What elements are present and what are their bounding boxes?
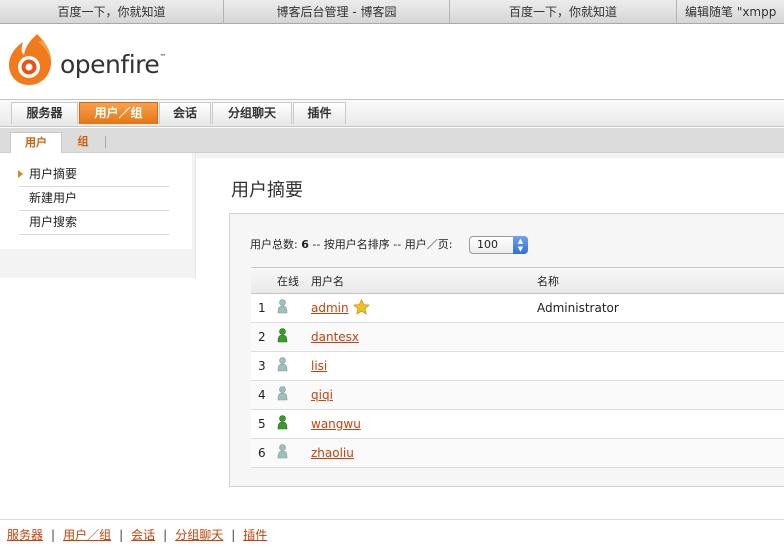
username-link[interactable]: dantesx bbox=[311, 330, 359, 344]
name-cell bbox=[537, 409, 784, 439]
table-row: 1 admin Administrator bbox=[251, 293, 784, 323]
tab-plugins[interactable]: 插件 bbox=[293, 102, 346, 124]
select-stepper-icon: ▲ ▼ bbox=[513, 236, 528, 254]
sidebar-item-new-user[interactable]: 新建用户 bbox=[19, 187, 169, 211]
user-offline-icon bbox=[277, 444, 288, 462]
admin-star-icon bbox=[352, 298, 370, 318]
sidebar-item-label: 用户摘要 bbox=[29, 167, 78, 181]
username-link[interactable]: qiqi bbox=[311, 388, 333, 402]
row-number: 1 bbox=[251, 293, 277, 323]
footer-link-users-groups[interactable]: 用户／组 bbox=[63, 528, 111, 542]
username-link[interactable]: wangwu bbox=[311, 417, 361, 431]
username-cell: zhaoliu bbox=[311, 438, 537, 468]
summary-line: 用户总数: 6 -- 按用户名排序 -- 用户／页: bbox=[250, 238, 453, 251]
sidebar-item-user-summary[interactable]: 用户摘要 bbox=[18, 163, 169, 187]
user-online-icon bbox=[277, 328, 288, 346]
user-offline-icon bbox=[277, 386, 288, 404]
username-link[interactable]: admin bbox=[311, 301, 349, 315]
tab-sessions[interactable]: 会话 bbox=[159, 102, 211, 124]
row-number: 5 bbox=[251, 409, 277, 439]
subtab-users[interactable]: 用户 bbox=[10, 132, 62, 153]
table-row: 3 lisi bbox=[251, 351, 784, 381]
username-link[interactable]: zhaoliu bbox=[311, 446, 354, 460]
user-offline-icon bbox=[277, 299, 288, 317]
online-status-cell bbox=[277, 322, 311, 352]
online-status-cell bbox=[277, 380, 311, 410]
table-row: 4 qiqi bbox=[251, 380, 784, 410]
per-page-select[interactable]: 100 ▲ ▼ bbox=[469, 236, 528, 254]
browser-tab[interactable]: 博客后台管理 - 博客园 bbox=[224, 0, 450, 24]
row-number: 6 bbox=[251, 438, 277, 468]
name-cell bbox=[537, 351, 784, 381]
row-number: 3 bbox=[251, 351, 277, 381]
footer-link-sessions[interactable]: 会话 bbox=[131, 528, 155, 542]
table-row: 5 wangwu bbox=[251, 409, 784, 439]
col-online: 在线 bbox=[277, 267, 311, 294]
openfire-logo-icon bbox=[9, 34, 51, 85]
browser-tab[interactable]: 编辑随笔 "xmpp bbox=[677, 0, 784, 24]
col-number bbox=[251, 267, 277, 294]
tab-group-chat[interactable]: 分组聊天 bbox=[212, 102, 292, 124]
row-number: 4 bbox=[251, 380, 277, 410]
online-status-cell bbox=[277, 438, 311, 468]
online-status-cell bbox=[277, 293, 311, 323]
footer-link-server[interactable]: 服务器 bbox=[7, 528, 43, 542]
name-cell bbox=[537, 322, 784, 352]
user-offline-icon bbox=[277, 357, 288, 375]
browser-tab[interactable]: 百度一下，你就知道 bbox=[450, 0, 677, 24]
name-cell: Administrator bbox=[537, 293, 784, 323]
col-username: 用户名 bbox=[311, 267, 537, 294]
username-cell: wangwu bbox=[311, 409, 537, 439]
brand-name: openfire™ bbox=[60, 50, 166, 79]
name-cell bbox=[537, 380, 784, 410]
table-row: 2 dantesx bbox=[251, 322, 784, 352]
main-nav: 服务器 用户／组 会话 分组聊天 插件 bbox=[0, 99, 784, 127]
subnav-divider bbox=[105, 136, 106, 148]
sub-nav: 用户 组 bbox=[0, 128, 784, 153]
table-header-row: 在线 用户名 名称 bbox=[251, 267, 784, 294]
table-row: 6 zhaoliu bbox=[251, 438, 784, 468]
footer-link-group-chat[interactable]: 分组聊天 bbox=[175, 528, 223, 542]
username-cell: qiqi bbox=[311, 380, 537, 410]
user-summary-panel: 用户总数: 6 -- 按用户名排序 -- 用户／页: 100 ▲ ▼ 在线 用户名… bbox=[229, 213, 784, 487]
page-title: 用户摘要 bbox=[231, 180, 303, 201]
tab-server[interactable]: 服务器 bbox=[11, 102, 78, 124]
footer-links: 服务器 | 用户／组 | 会话 | 分组聊天 | 插件 bbox=[7, 528, 268, 542]
user-online-icon bbox=[277, 415, 288, 433]
browser-tab-strip: 百度一下，你就知道 博客后台管理 - 博客园 百度一下，你就知道 编辑随笔 "x… bbox=[0, 0, 784, 24]
footer: 服务器 | 用户／组 | 会话 | 分组聊天 | 插件 bbox=[0, 519, 784, 549]
browser-tab[interactable]: 百度一下，你就知道 bbox=[0, 0, 224, 24]
sidebar: 用户摘要 新建用户 用户搜索 bbox=[0, 153, 196, 278]
row-number: 2 bbox=[251, 322, 277, 352]
sidebar-item-user-search[interactable]: 用户搜索 bbox=[19, 211, 169, 235]
name-cell bbox=[537, 438, 784, 468]
subtab-groups[interactable]: 组 bbox=[66, 132, 100, 153]
sidebar-item-label: 用户搜索 bbox=[29, 215, 78, 229]
users-table: 在线 用户名 名称 1 admin Administrator 2 dantesx 3 li… bbox=[251, 267, 784, 468]
username-link[interactable]: lisi bbox=[311, 359, 327, 373]
user-count: 6 bbox=[301, 238, 309, 251]
username-cell: lisi bbox=[311, 351, 537, 381]
arrow-right-icon bbox=[18, 170, 23, 178]
tab-users-groups[interactable]: 用户／组 bbox=[79, 102, 158, 124]
username-cell: admin bbox=[311, 293, 537, 323]
sidebar-item-label: 新建用户 bbox=[29, 191, 78, 205]
header: openfire™ bbox=[0, 24, 784, 100]
online-status-cell bbox=[277, 351, 311, 381]
col-name: 名称 bbox=[537, 267, 784, 294]
username-cell: dantesx bbox=[311, 322, 537, 352]
footer-link-plugins[interactable]: 插件 bbox=[243, 528, 267, 542]
online-status-cell bbox=[277, 409, 311, 439]
